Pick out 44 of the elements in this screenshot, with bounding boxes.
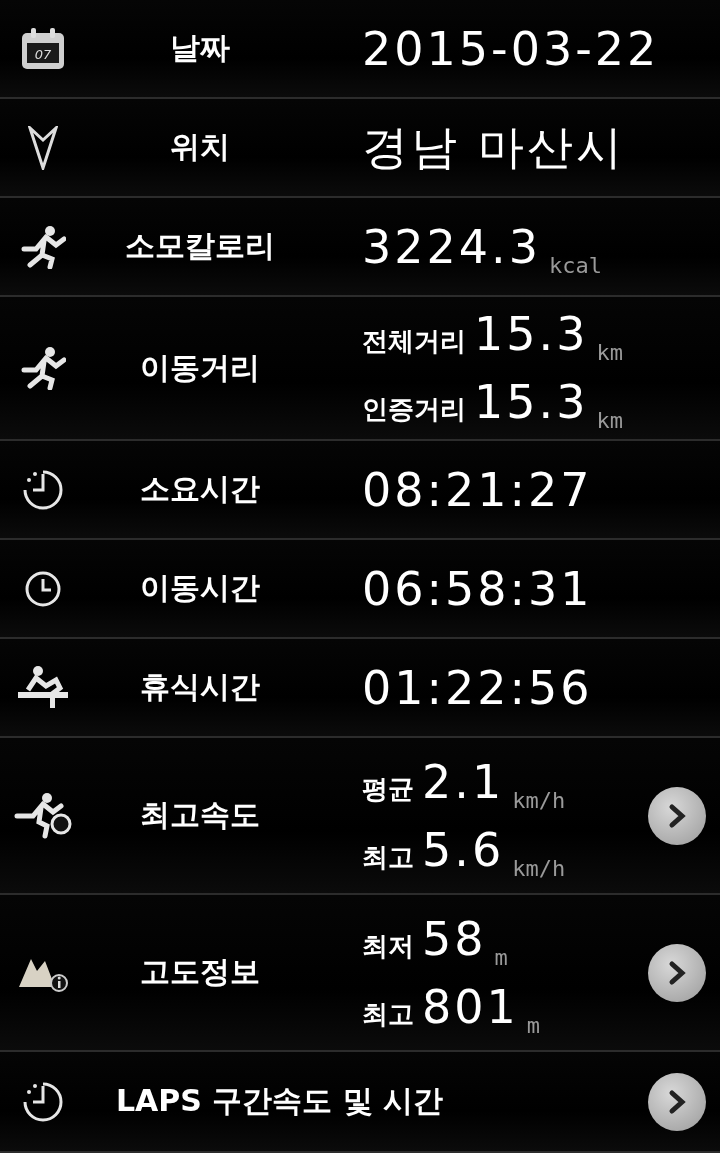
value-label: 최고: [362, 840, 414, 874]
value-text: 801: [422, 979, 519, 1034]
value-text: 01:22:56: [362, 660, 593, 715]
row-title: 고도정보: [139, 953, 261, 991]
value-text: 06:58:31: [362, 561, 593, 616]
unit-text: m: [526, 1012, 541, 1038]
running-person-icon: [20, 346, 66, 390]
row-title: 이동시간: [139, 569, 261, 607]
value-text: 15.3: [474, 375, 589, 429]
row-title: LAPS 구간속도 및 시간: [115, 1082, 445, 1120]
value-text: 58: [422, 911, 487, 966]
value-text: 2.1: [422, 754, 505, 809]
arrow-pointer-icon: [28, 125, 58, 170]
row-title: 날짜: [169, 29, 231, 67]
value-label: 평균: [362, 772, 414, 806]
unit-text: km: [596, 340, 623, 365]
clock-icon: [24, 569, 62, 608]
unit-text: km/h: [512, 787, 566, 813]
running-person-icon: [20, 224, 66, 269]
value-label: 전체거리: [362, 325, 466, 358]
row-title: 휴식시간: [139, 668, 261, 706]
row-title: 소요시간: [139, 470, 261, 508]
resting-person-icon: [16, 665, 70, 710]
unit-text: m: [494, 944, 508, 970]
next-button[interactable]: [648, 1072, 706, 1131]
value-label: 최고: [362, 997, 414, 1031]
value-text: 08:21:27: [362, 462, 593, 517]
value-label: 인증거리: [362, 393, 466, 426]
next-button[interactable]: [648, 943, 706, 1002]
row-title: 위치: [169, 128, 231, 166]
unit-text: kcal: [548, 252, 602, 278]
unit-text: km/h: [512, 855, 566, 881]
row-title: 소모칼로리: [124, 227, 276, 265]
row-title: 최고속도: [139, 796, 261, 834]
value-text: 2015-03-22: [362, 21, 660, 76]
unit-text: km: [596, 408, 623, 433]
value-text: 15.3: [474, 307, 589, 361]
value-label: 최저: [362, 929, 414, 963]
running-stopwatch-icon: [13, 791, 73, 840]
value-text: 5.6: [422, 822, 505, 877]
next-button[interactable]: [648, 786, 706, 845]
row-title: 이동거리: [139, 348, 261, 387]
value-text: 3224.3: [362, 219, 541, 274]
value-text: 경남 마산시: [362, 118, 625, 176]
